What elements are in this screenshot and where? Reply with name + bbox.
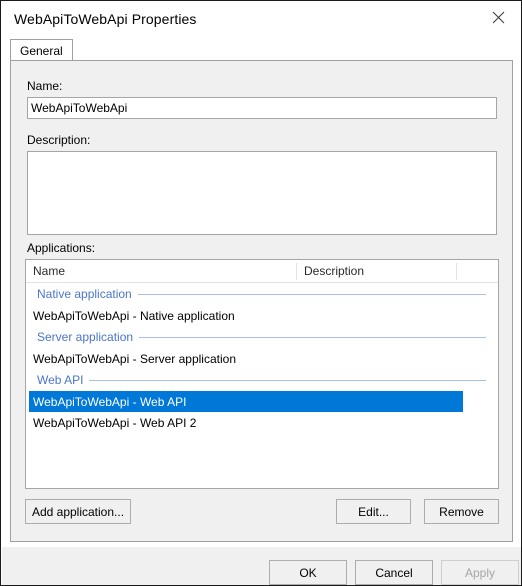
name-label: Name: <box>27 79 63 93</box>
applications-list[interactable]: Name Description Native application WebA… <box>25 259 499 489</box>
name-input[interactable] <box>27 97 497 119</box>
group-header-rule <box>139 336 486 338</box>
group-header-rule <box>89 379 486 381</box>
column-divider <box>456 263 457 280</box>
description-input[interactable] <box>27 151 497 235</box>
list-item[interactable]: WebApiToWebApi - Server application <box>26 348 498 369</box>
group-header-label: Server application <box>37 330 134 344</box>
cancel-button[interactable]: Cancel <box>355 560 433 585</box>
tab-strip: General <box>10 39 513 61</box>
list-item[interactable]: WebApiToWebApi - Native application <box>26 305 498 326</box>
list-column-header: Name Description <box>26 260 498 283</box>
group-header-rule <box>137 293 486 295</box>
list-group-header: Native application <box>26 283 498 305</box>
remove-button[interactable]: Remove <box>424 499 499 524</box>
description-label: Description: <box>27 133 91 147</box>
list-item-selected[interactable]: WebApiToWebApi - Web API <box>29 391 463 412</box>
list-group-header: Web API <box>26 369 498 391</box>
applications-label: Applications: <box>27 241 96 255</box>
close-icon <box>492 11 504 23</box>
ok-button[interactable]: OK <box>269 560 347 585</box>
properties-dialog: WebApiToWebApi Properties General Name: … <box>0 0 522 586</box>
apply-button: Apply <box>441 560 519 585</box>
list-group-header: Server application <box>26 326 498 348</box>
group-header-label: Native application <box>37 287 132 301</box>
column-header-name[interactable]: Name <box>26 260 296 282</box>
dialog-footer: OK Cancel Apply <box>2 547 521 585</box>
tab-general[interactable]: General <box>10 39 73 61</box>
add-application-button[interactable]: Add application... <box>25 499 131 524</box>
window-title: WebApiToWebApi Properties <box>14 11 197 27</box>
title-bar: WebApiToWebApi Properties <box>1 1 521 37</box>
list-item[interactable]: WebApiToWebApi - Web API 2 <box>26 412 498 433</box>
edit-button[interactable]: Edit... <box>336 499 411 524</box>
group-header-label: Web API <box>37 373 84 387</box>
column-header-description[interactable]: Description <box>297 260 456 282</box>
close-button[interactable] <box>475 1 521 33</box>
